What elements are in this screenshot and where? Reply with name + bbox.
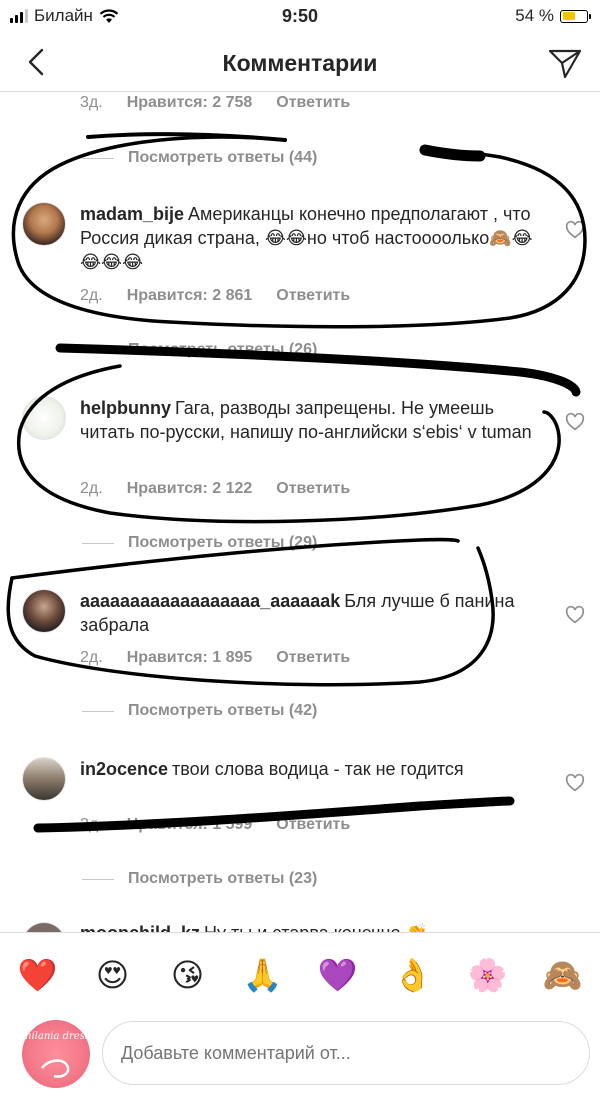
paper-plane-icon[interactable] bbox=[546, 44, 584, 82]
clock: 9:50 bbox=[281, 6, 319, 26]
comment-age: 3д. bbox=[80, 94, 103, 111]
avatar[interactable] bbox=[22, 589, 66, 633]
comment-meta: 2д. Нравится: 2 122 Ответить bbox=[80, 480, 350, 498]
comment-username[interactable]: aaaaaaaaaaaaaaaaaa_aaaaaak bbox=[80, 591, 340, 611]
comment-body: moonchild_kz Ну ты и старва конечно 👏 bbox=[80, 921, 540, 932]
reply-button[interactable]: Ответить bbox=[276, 94, 350, 112]
avatar[interactable] bbox=[22, 757, 66, 801]
nav-bar: Комментарии bbox=[0, 36, 600, 92]
avatar[interactable] bbox=[22, 202, 66, 246]
view-replies-label[interactable]: Посмотреть ответы (26) bbox=[128, 341, 317, 359]
divider bbox=[82, 542, 114, 544]
comment-input[interactable] bbox=[102, 1021, 590, 1085]
reply-button[interactable]: Ответить bbox=[276, 287, 350, 305]
reply-button[interactable]: Ответить bbox=[276, 649, 350, 667]
battery-percent: 54 % bbox=[515, 6, 554, 25]
battery-group: 54 % bbox=[515, 6, 591, 26]
reply-button[interactable]: Ответить bbox=[276, 480, 350, 498]
likes-count[interactable]: Нравится: 1 599 bbox=[127, 816, 253, 834]
comment-username[interactable]: madam_bije bbox=[80, 204, 184, 224]
view-replies-link[interactable]: Посмотреть ответы (42) bbox=[82, 702, 317, 720]
comment-text: Ну ты и старва конечно 👏 bbox=[204, 923, 428, 932]
emoji-pray-button[interactable]: 🙏 bbox=[241, 956, 285, 994]
comment-meta: 2д. Нравится: 1 895 Ответить bbox=[80, 649, 350, 667]
comment-meta: 2д. Нравится: 2 861 Ответить bbox=[80, 287, 350, 305]
likes-count[interactable]: Нравится: 1 895 bbox=[127, 649, 253, 667]
comment-body: helpbunny Гага, разводы запрещены. Не уме… bbox=[80, 396, 540, 444]
own-avatar[interactable]: milania dress bbox=[22, 1020, 90, 1088]
view-replies-link[interactable]: Посмотреть ответы (29) bbox=[82, 534, 317, 552]
divider bbox=[82, 349, 114, 351]
divider bbox=[82, 878, 114, 880]
quick-emoji-bar: ❤️ 😍 😘 🙏 💜 👌 🌸 🙈 bbox=[0, 932, 600, 1016]
comment-username[interactable]: helpbunny bbox=[80, 398, 171, 418]
divider bbox=[82, 710, 114, 712]
comment-body: madam_bije Американцы конечно предполагаю… bbox=[80, 202, 540, 274]
flamingo-logo-icon bbox=[41, 1059, 70, 1078]
heart-icon[interactable] bbox=[564, 772, 586, 794]
comment-username[interactable]: in2ocence bbox=[80, 759, 168, 779]
comment-text: твои слова водица - так не годится bbox=[172, 759, 464, 779]
divider bbox=[82, 157, 114, 159]
comment-item-partial: moonchild_kz Ну ты и старва конечно 👏 bbox=[0, 920, 600, 932]
comment-meta-partial: 3д. Нравится: 2 758 Ответить bbox=[80, 94, 350, 112]
comment-age: 2д. bbox=[80, 480, 103, 497]
likes-count[interactable]: Нравится: 2 758 bbox=[127, 94, 253, 112]
comment-body: in2ocence твои слова водица - так не годи… bbox=[80, 757, 540, 781]
view-replies-label[interactable]: Посмотреть ответы (29) bbox=[128, 534, 317, 552]
heart-icon[interactable] bbox=[564, 411, 586, 433]
emoji-purple-heart-button[interactable]: 💜 bbox=[316, 956, 360, 994]
status-bar: Билайн 9:50 54 % bbox=[0, 0, 600, 34]
battery-icon bbox=[560, 9, 591, 23]
heart-icon[interactable] bbox=[564, 219, 586, 241]
emoji-see-no-evil-button[interactable]: 🙈 bbox=[541, 956, 585, 994]
likes-count[interactable]: Нравится: 2 122 bbox=[127, 480, 253, 498]
comment-age: 2д. bbox=[80, 649, 103, 666]
compose-bar: milania dress bbox=[0, 1016, 600, 1097]
view-replies-link[interactable]: Посмотреть ответы (23) bbox=[82, 870, 317, 888]
avatar[interactable] bbox=[22, 922, 66, 932]
emoji-heart-eyes-button[interactable]: 😍 bbox=[91, 956, 135, 994]
emoji-heart-button[interactable]: ❤️ bbox=[16, 956, 60, 994]
view-replies-label[interactable]: Посмотреть ответы (42) bbox=[128, 702, 317, 720]
emoji-blossom-button[interactable]: 🌸 bbox=[466, 956, 510, 994]
comment-meta: 2д. Нравится: 1 599 Ответить bbox=[80, 816, 350, 834]
battery-fill bbox=[562, 12, 575, 20]
reply-button[interactable]: Ответить bbox=[276, 816, 350, 834]
emoji-kiss-button[interactable]: 😘 bbox=[166, 956, 210, 994]
page-title: Комментарии bbox=[222, 50, 378, 76]
heart-icon[interactable] bbox=[564, 604, 586, 626]
view-replies-link[interactable]: Посмотреть ответы (44) bbox=[82, 149, 317, 167]
likes-count[interactable]: Нравится: 2 861 bbox=[127, 287, 253, 305]
avatar[interactable] bbox=[22, 396, 66, 440]
emoji-ok-hand-button[interactable]: 👌 bbox=[391, 956, 435, 994]
view-replies-link[interactable]: Посмотреть ответы (26) bbox=[82, 341, 317, 359]
comment-username[interactable]: moonchild_kz bbox=[80, 923, 200, 932]
comment-age: 2д. bbox=[80, 816, 103, 833]
view-replies-label[interactable]: Посмотреть ответы (23) bbox=[128, 870, 317, 888]
view-replies-label[interactable]: Посмотреть ответы (44) bbox=[128, 149, 317, 167]
comment-age: 2д. bbox=[80, 287, 103, 304]
comment-body: aaaaaaaaaaaaaaaaaa_aaaaaak Бля лучше б па… bbox=[80, 589, 540, 637]
